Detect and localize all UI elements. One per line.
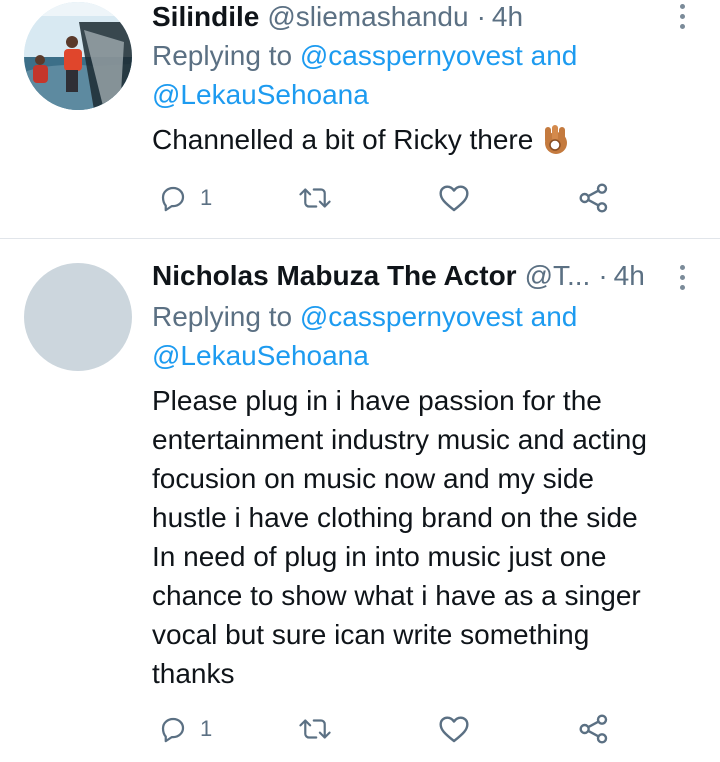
- replying-prefix: Replying to: [152, 301, 293, 332]
- reply-button[interactable]: 1: [158, 709, 212, 749]
- tweet-text-line: hustle i have clothing brand on the side: [152, 502, 638, 533]
- replying-prefix: Replying to: [152, 40, 293, 71]
- replying-to: Replying to @casspernyovest and @LekauSe…: [152, 36, 690, 114]
- tweet-text-line: thanks: [152, 658, 235, 689]
- tweet-header: Silindile @sliemashandu · 4h: [152, 0, 650, 34]
- reply-button[interactable]: 1: [158, 178, 212, 218]
- more-vertical-icon[interactable]: [674, 265, 690, 290]
- tweet-header: Nicholas Mabuza The Actor @T... · 4h: [152, 259, 650, 293]
- avatar-photo: [24, 2, 132, 110]
- reply-count: 1: [200, 185, 213, 210]
- reply-count: 1: [200, 716, 213, 741]
- timestamp[interactable]: 4h: [492, 0, 523, 34]
- reply-and[interactable]: and: [531, 40, 578, 71]
- tweet[interactable]: Silindile @sliemashandu · 4h Replying to…: [0, 0, 720, 239]
- separator-dot: ·: [476, 1, 486, 32]
- heart-icon: [439, 716, 469, 743]
- tweet-text-line: In need of plug in into music just one: [152, 541, 607, 572]
- separator-dot: ·: [598, 260, 608, 291]
- display-name[interactable]: Nicholas Mabuza The Actor: [152, 259, 517, 293]
- more-vertical-icon[interactable]: [674, 4, 690, 29]
- heart-icon: [439, 185, 469, 212]
- reply-and[interactable]: and: [531, 301, 578, 332]
- mention-link[interactable]: @LekauSehoana: [152, 79, 369, 110]
- tweet-actions: 1: [152, 709, 630, 749]
- ok-hand-emoji: [541, 123, 571, 165]
- tweet-actions: 1: [152, 178, 630, 218]
- like-button[interactable]: [438, 709, 470, 749]
- share-button[interactable]: [578, 709, 610, 749]
- timestamp[interactable]: 4h: [614, 259, 645, 293]
- mention-link[interactable]: @casspernyovest: [300, 40, 523, 71]
- share-icon: [579, 183, 608, 213]
- avatar[interactable]: [24, 2, 132, 110]
- retweet-button[interactable]: [298, 709, 332, 749]
- tweet-text: Please plug in i have passion for the en…: [152, 381, 696, 693]
- replying-to: Replying to @casspernyovest and @LekauSe…: [152, 297, 690, 375]
- tweet-text: Channelled a bit of Ricky there: [152, 120, 696, 165]
- retweet-button[interactable]: [298, 178, 332, 218]
- mention-link[interactable]: @casspernyovest: [300, 301, 523, 332]
- display-name[interactable]: Silindile: [152, 0, 259, 34]
- reply-icon: [161, 717, 185, 743]
- avatar[interactable]: [24, 263, 132, 371]
- tweet-text-content: Channelled a bit of Ricky there: [152, 124, 534, 155]
- tweet-text-line: Please plug in i have passion for the: [152, 385, 602, 416]
- user-handle[interactable]: @sliemashandu: [267, 0, 468, 34]
- share-icon: [579, 714, 608, 744]
- retweet-icon: [299, 719, 331, 739]
- tweet[interactable]: Nicholas Mabuza The Actor @T... · 4h Rep…: [0, 239, 720, 762]
- share-button[interactable]: [578, 178, 610, 218]
- tweet-text-line: entertainment industry music and acting: [152, 424, 647, 455]
- tweet-text-line: focusion on music now and my side: [152, 463, 594, 494]
- retweet-icon: [299, 188, 331, 208]
- mention-link[interactable]: @LekauSehoana: [152, 340, 369, 371]
- user-handle[interactable]: @T...: [525, 259, 591, 293]
- like-button[interactable]: [438, 178, 470, 218]
- tweet-text-line: chance to show what i have as a singer: [152, 580, 641, 611]
- tweet-text-line: vocal but sure ican write something: [152, 619, 590, 650]
- reply-icon: [161, 186, 185, 212]
